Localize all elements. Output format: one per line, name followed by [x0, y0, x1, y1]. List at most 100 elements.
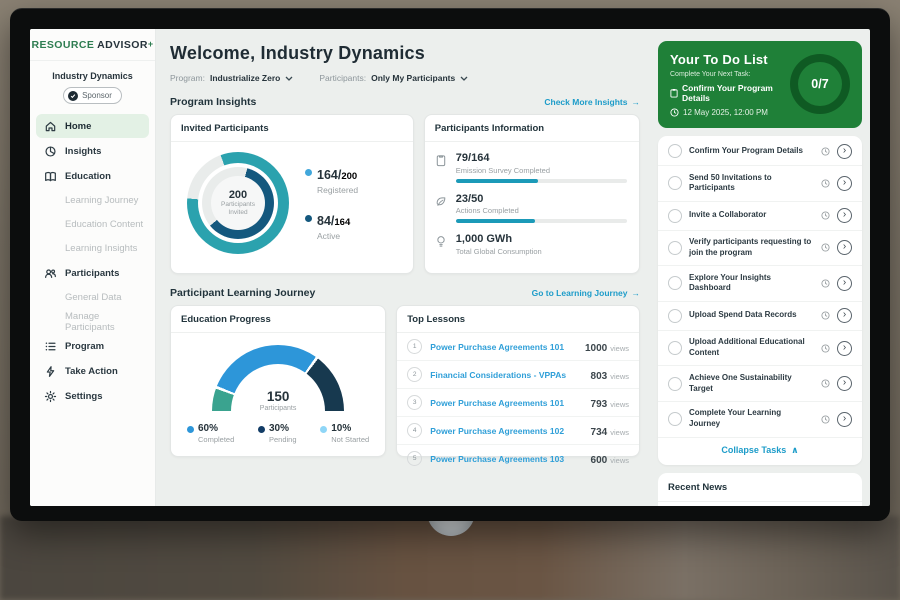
sidebar-item-insights[interactable]: Insights [36, 139, 149, 163]
stat-value: 79/164 [456, 152, 627, 165]
task-checkbox[interactable] [668, 144, 682, 158]
task-checkbox[interactable] [668, 377, 682, 391]
task-open-button[interactable]: › [837, 144, 852, 159]
education-icon [44, 170, 57, 183]
sidebar-item-learning-journey[interactable]: Learning Journey [36, 189, 149, 212]
task-row[interactable]: Invite a Collaborator › [658, 202, 862, 231]
lesson-views: 803 [591, 371, 608, 382]
lesson-row[interactable]: 4 Power Purchase Agreements 102 734views [397, 417, 639, 445]
task-row[interactable]: Confirm Your Program Details › [658, 137, 862, 166]
task-open-button[interactable]: › [837, 412, 852, 427]
program-insights-header: Program Insights Check More Insights → [170, 96, 640, 108]
lesson-link[interactable]: Power Purchase Agreements 101 [430, 398, 582, 408]
lesson-row[interactable]: 3 Power Purchase Agreements 101 793views [397, 389, 639, 417]
sidebar-item-general-data[interactable]: General Data [36, 286, 149, 309]
stat-value: 1,000 GWh [456, 233, 627, 246]
program-dropdown[interactable]: Program: Industrialize Zero [170, 73, 293, 83]
stats-list: 79/164 Emission Survey Completed 23/50 A… [425, 142, 639, 256]
task-open-button[interactable]: › [837, 240, 852, 255]
participants-information-card: Participants Information 79/164 Emission… [424, 114, 640, 274]
lesson-link[interactable]: Power Purchase Agreements 102 [430, 426, 582, 436]
sidebar-item-education[interactable]: Education [36, 164, 149, 188]
task-label: Send 50 Invitations to Participants [689, 173, 814, 195]
learning-journey-header: Participant Learning Journey Go to Learn… [170, 287, 640, 299]
lesson-link[interactable]: Financial Considerations - VPPAs [430, 370, 582, 380]
gauge-legend: 60% Completed 30% Pending 10% Not Starte… [171, 412, 385, 444]
education-gauge-chart: 150 Participants [212, 345, 344, 412]
sidebar-item-label: Participants [65, 268, 119, 279]
sidebar-item-home[interactable]: Home [36, 114, 149, 138]
sidebar-item-label: Take Action [65, 366, 118, 377]
task-checkbox[interactable] [668, 341, 682, 355]
clock-icon [821, 344, 830, 353]
task-row[interactable]: Verify participants requesting to join t… [658, 231, 862, 267]
invited-donut-chart: 200 Participants Invited [187, 152, 289, 254]
legend-dot [305, 169, 312, 176]
legend-value: 84/ [317, 214, 334, 228]
donut-center-label: Participants Invited [216, 201, 260, 218]
gauge-legend-item: 30% Pending [258, 423, 297, 444]
task-label: Achieve One Sustainability Target [689, 373, 814, 395]
participants-dropdown[interactable]: Participants: Only My Participants [319, 73, 468, 83]
sidebar-item-label: Learning Journey [65, 195, 138, 206]
dashboard-screen: RESOURCE ADVISOR+ Industry Dynamics Spon… [30, 29, 870, 506]
app-logo: RESOURCE ADVISOR+ [30, 39, 155, 61]
lesson-row[interactable]: 1 Power Purchase Agreements 101 1000view… [397, 333, 639, 361]
sidebar-item-settings[interactable]: Settings [36, 384, 149, 408]
task-row[interactable]: Upload Spend Data Records › [658, 302, 862, 331]
main-content: Welcome, Industry Dynamics Program: Indu… [156, 29, 652, 506]
check-more-insights-link[interactable]: Check More Insights → [544, 97, 640, 107]
info-card-title: Participants Information [425, 115, 639, 142]
go-to-learning-journey-link[interactable]: Go to Learning Journey → [532, 288, 640, 298]
lesson-rank: 3 [407, 395, 422, 410]
task-open-button[interactable]: › [837, 176, 852, 191]
todo-panel: Your To Do List Complete Your Next Task:… [652, 29, 870, 506]
clock-icon [821, 243, 830, 252]
sidebar-item-label: Manage Participants [65, 311, 149, 333]
sponsor-badge-label: Sponsor [82, 91, 112, 100]
donut-legend-item: 84/164 Active [305, 212, 358, 241]
task-checkbox[interactable] [668, 176, 682, 190]
lesson-row[interactable]: 5 Power Purchase Agreements 103 600views [397, 445, 639, 472]
task-row[interactable]: Upload Additional Educational Content › [658, 331, 862, 367]
task-checkbox[interactable] [668, 412, 682, 426]
collapse-tasks-link[interactable]: Collapse Tasks ∧ [658, 438, 862, 464]
sidebar-item-take-action[interactable]: Take Action [36, 359, 149, 383]
task-checkbox[interactable] [668, 309, 682, 323]
sidebar: RESOURCE ADVISOR+ Industry Dynamics Spon… [30, 29, 156, 506]
lesson-views: 793 [591, 399, 608, 410]
todo-progress-value: 0/7 [798, 62, 842, 106]
sidebar-item-education-content[interactable]: Education Content [36, 213, 149, 236]
task-open-button[interactable]: › [837, 376, 852, 391]
task-row[interactable]: Explore Your Insights Dashboard › [658, 266, 862, 302]
task-checkbox[interactable] [668, 241, 682, 255]
sidebar-item-manage-participants[interactable]: Manage Participants [36, 310, 149, 333]
task-checkbox[interactable] [668, 276, 682, 290]
sidebar-item-learning-insights[interactable]: Learning Insights [36, 237, 149, 260]
task-open-button[interactable]: › [837, 308, 852, 323]
sidebar-item-program[interactable]: Program [36, 334, 149, 358]
org-name: Industry Dynamics [30, 71, 155, 81]
legend-dot [258, 426, 265, 433]
logo-resource: RESOURCE [32, 39, 95, 51]
sidebar-item-participants[interactable]: Participants [36, 261, 149, 285]
lesson-row[interactable]: 2 Financial Considerations - VPPAs 803vi… [397, 361, 639, 389]
stat-label: Emission Survey Completed [456, 166, 627, 175]
lesson-link[interactable]: Power Purchase Agreements 103 [430, 454, 582, 464]
legend-dot [320, 426, 327, 433]
legend-label: Completed [198, 435, 234, 444]
stat-progress-bar [456, 179, 627, 183]
stat-label: Total Global Consumption [456, 247, 627, 256]
clock-icon [821, 415, 830, 424]
task-open-button[interactable]: › [837, 276, 852, 291]
lesson-link[interactable]: Power Purchase Agreements 101 [430, 342, 577, 352]
task-row[interactable]: Achieve One Sustainability Target › [658, 366, 862, 402]
task-open-button[interactable]: › [837, 341, 852, 356]
task-label: Invite a Collaborator [689, 210, 814, 221]
task-row[interactable]: Complete Your Learning Journey › [658, 402, 862, 438]
insights-icon [44, 145, 57, 158]
sidebar-item-label: General Data [65, 292, 122, 303]
task-open-button[interactable]: › [837, 208, 852, 223]
task-checkbox[interactable] [668, 209, 682, 223]
task-row[interactable]: Send 50 Invitations to Participants › [658, 166, 862, 202]
